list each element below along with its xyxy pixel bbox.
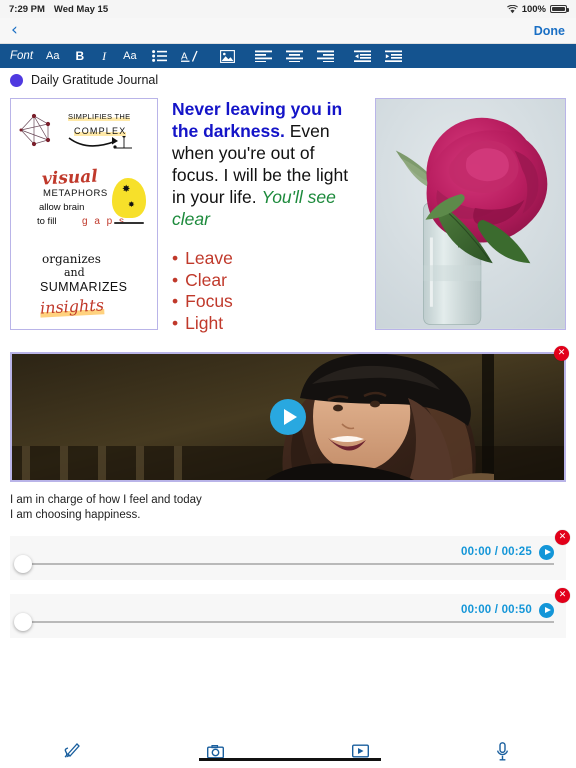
sketch-line-complex: COMPLEX	[74, 126, 127, 136]
audio-delete-button[interactable]: ✕	[555, 530, 570, 545]
audio-player: 00:00 / 00:25 ✕	[10, 530, 570, 580]
align-left-button[interactable]	[248, 44, 279, 68]
format-toolbar: Font Aa B I Aa A	[0, 44, 576, 68]
play-icon	[544, 607, 551, 613]
audio-track	[19, 621, 554, 623]
sketch-line-summarizes: SUMMARIZES	[40, 280, 128, 294]
camera-icon	[207, 745, 224, 759]
bullet-dot: •	[172, 269, 179, 290]
sketch-line-metaphors: METAPHORS	[43, 188, 108, 199]
text-column[interactable]: Never leaving you in the darkness. Even …	[158, 98, 375, 334]
navigation-bar: ‹ Done	[0, 18, 576, 44]
star-burst-icon-2: ✸	[128, 200, 135, 209]
audio-slider-handle[interactable]	[14, 613, 32, 631]
audio-scrubber[interactable]	[10, 555, 554, 573]
audio-player: 00:00 / 00:50 ✕	[10, 588, 570, 638]
status-date: Wed May 15	[53, 3, 109, 15]
sketchnote-inner: SIMPLIFIES THE COMPLEX visual METAPHORS …	[16, 104, 152, 324]
sketch-line-visual: visual	[41, 166, 99, 190]
indent-button[interactable]	[378, 44, 409, 68]
wifi-icon	[506, 4, 518, 14]
document-title-row: Daily Gratitude Journal	[0, 68, 576, 92]
bold-button[interactable]: B	[66, 44, 93, 68]
caption-text[interactable]: I am in charge of how I feel and today I…	[10, 493, 566, 522]
status-bar-left: 7:29 PM Wed May 15	[9, 4, 108, 15]
video-icon	[352, 744, 369, 758]
bullet-dot: •	[172, 312, 179, 333]
list-item-label: Leave	[185, 248, 233, 268]
content-row-top: SIMPLIFIES THE COMPLEX visual METAPHORS …	[10, 92, 566, 334]
audio-track	[19, 563, 554, 565]
microphone-button[interactable]	[496, 742, 509, 761]
microphone-icon	[496, 742, 509, 761]
camera-button[interactable]	[207, 745, 224, 759]
status-time: 7:29 PM	[9, 3, 45, 15]
body-paragraph: Never leaving you in the darkness. Even …	[172, 98, 365, 230]
arrow-drawing	[68, 134, 132, 149]
flower-illustration	[376, 99, 565, 329]
video-attachment: ✕	[10, 346, 569, 482]
draw-icon	[64, 743, 80, 758]
list-item-label: Clear	[185, 269, 227, 290]
list-item: • Light	[172, 313, 365, 335]
italic-button[interactable]: I	[93, 44, 115, 68]
bullet-list: • Leave • Clear • Focus • Light	[172, 248, 365, 334]
list-item-label: Focus	[185, 291, 233, 311]
toolbar-progress-bar	[199, 758, 381, 761]
sketch-line-and: and	[64, 266, 85, 279]
play-icon	[283, 409, 297, 425]
insert-image-button[interactable]	[213, 44, 242, 68]
bullet-dot: •	[172, 291, 179, 311]
done-button[interactable]: Done	[534, 24, 565, 38]
sketch-line-insights: insights	[39, 295, 105, 318]
draw-button[interactable]	[63, 741, 81, 759]
audio-slider-handle[interactable]	[14, 555, 32, 573]
outdent-button[interactable]	[347, 44, 378, 68]
sketch-line-allow-brain: allow brain	[39, 202, 85, 213]
sketchnote-image[interactable]: SIMPLIFIES THE COMPLEX visual METAPHORS …	[10, 98, 158, 330]
video-thumbnail[interactable]	[10, 352, 566, 482]
title-bullet-icon	[10, 73, 23, 87]
document-body: SIMPLIFIES THE COMPLEX visual METAPHORS …	[0, 92, 576, 334]
list-item: • Focus	[172, 291, 365, 313]
text-color-button[interactable]: A	[174, 44, 207, 68]
font-size-button[interactable]: Aa	[39, 44, 66, 68]
back-button[interactable]: ‹	[11, 22, 18, 39]
page-title: Daily Gratitude Journal	[31, 73, 159, 87]
status-bar-right: 100%	[506, 3, 569, 15]
caption-line-2: I am choosing happiness.	[10, 508, 141, 521]
list-item: • Leave	[172, 248, 365, 270]
audio-scrubber[interactable]	[10, 613, 554, 631]
sketch-line-to-fill: to fill	[37, 216, 57, 227]
font-picker-button[interactable]: Font	[8, 44, 39, 68]
status-bar: 7:29 PM Wed May 15 100%	[0, 0, 576, 18]
align-right-button[interactable]	[310, 44, 341, 68]
battery-icon	[550, 5, 569, 13]
bullet-dot: •	[172, 248, 179, 268]
bottom-toolbar	[0, 734, 576, 768]
flower-image[interactable]	[375, 98, 566, 330]
audio-delete-button[interactable]: ✕	[555, 588, 570, 603]
star-burst-icon-1: ✸	[122, 184, 131, 195]
sketch-line-organizes: organizes	[42, 252, 101, 266]
align-center-button[interactable]	[279, 44, 310, 68]
play-icon	[544, 549, 551, 555]
list-item-label: Light	[185, 312, 224, 333]
battery-percent: 100%	[521, 3, 546, 15]
bullet-list-button[interactable]	[145, 44, 174, 68]
caption-line-1: I am in charge of how I feel and today	[10, 494, 202, 506]
list-item: • Clear	[172, 270, 365, 292]
video-button[interactable]	[352, 744, 369, 758]
sketch-line-simplifies: SIMPLIFIES THE	[68, 112, 131, 121]
video-delete-button[interactable]: ✕	[554, 346, 569, 361]
text-style-button[interactable]: Aa	[115, 44, 144, 68]
video-play-button[interactable]	[270, 399, 306, 435]
